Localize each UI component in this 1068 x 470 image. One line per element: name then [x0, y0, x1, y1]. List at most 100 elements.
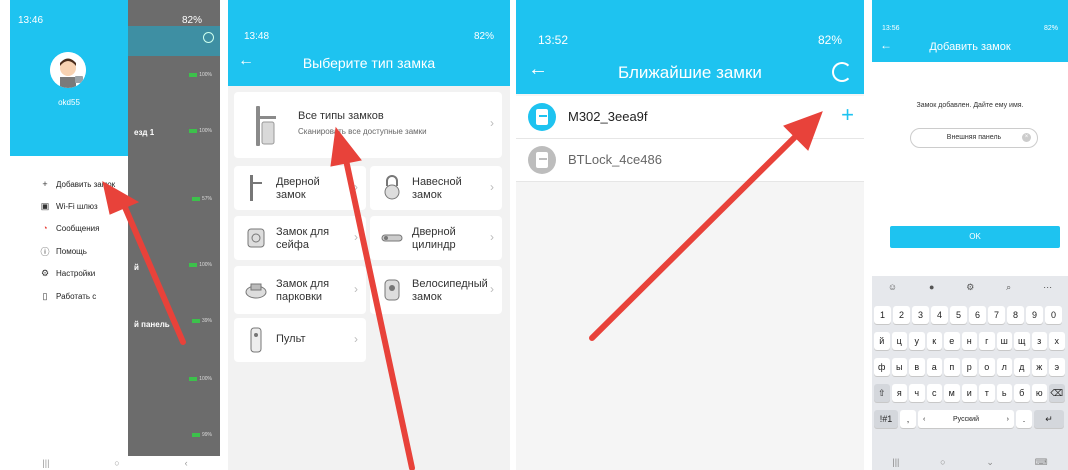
key[interactable]: и	[961, 384, 977, 402]
key[interactable]: д	[1014, 358, 1030, 376]
card-remote[interactable]: Пульт ›	[234, 318, 366, 362]
key[interactable]: 3	[912, 306, 929, 324]
emoji-icon[interactable]: ☺	[888, 282, 897, 293]
background-app-bar	[128, 26, 220, 56]
key[interactable]: 9	[1026, 306, 1043, 324]
avatar[interactable]	[50, 52, 86, 88]
key[interactable]: в	[909, 358, 925, 376]
key[interactable]: г	[979, 332, 995, 350]
key[interactable]: 1	[874, 306, 891, 324]
key[interactable]: 8	[1007, 306, 1024, 324]
card-bike-lock[interactable]: Велосипедный замок ›	[370, 266, 502, 314]
loading-spinner-icon	[832, 62, 852, 82]
key[interactable]: н	[961, 332, 977, 350]
android-nav-bar: ||| ○ ‹	[10, 456, 220, 470]
menu-item-wifi-gateway[interactable]: ▣ Wi-Fi шлюз	[40, 199, 98, 213]
key[interactable]: м	[944, 384, 960, 402]
key[interactable]: ш	[996, 332, 1012, 350]
back-icon[interactable]: ‹	[185, 458, 188, 468]
key[interactable]: ы	[891, 358, 907, 376]
wifi-gateway-icon: ▣	[40, 200, 50, 211]
card-safe-lock[interactable]: Замок для сейфа ›	[234, 216, 366, 260]
key[interactable]: к	[926, 332, 942, 350]
symbols-key[interactable]: !#1	[874, 410, 898, 428]
status-battery: 82%	[473, 30, 494, 42]
key[interactable]: ж	[1031, 358, 1047, 376]
back-arrow-icon[interactable]: ←	[880, 38, 892, 52]
key[interactable]: 5	[950, 306, 967, 324]
chevron-right-icon: ›	[490, 282, 494, 296]
key[interactable]: б	[1014, 384, 1030, 402]
home-icon[interactable]: ○	[114, 458, 119, 468]
key[interactable]: 7	[988, 306, 1005, 324]
lock-row[interactable]: M302_3eea9f +	[516, 96, 864, 139]
key[interactable]: у	[909, 332, 925, 350]
ok-button[interactable]: OK	[890, 226, 1060, 248]
bike-lock-icon	[384, 279, 400, 301]
space-key[interactable]: ‹ Русский ›	[918, 410, 1014, 428]
key[interactable]: с	[926, 384, 942, 402]
keyboard-icon[interactable]: ⌨	[1035, 457, 1048, 468]
card-label: Пульт	[276, 333, 306, 345]
card-door-lock[interactable]: Дверной замок ›	[234, 166, 366, 210]
back-arrow-icon[interactable]: ←	[528, 58, 548, 81]
search-icon[interactable]: ⌕	[1006, 282, 1011, 293]
status-time: 13:46	[18, 14, 44, 26]
key[interactable]: л	[996, 358, 1012, 376]
card-door-cylinder[interactable]: Дверной цилиндр ›	[370, 216, 502, 260]
lock-name-input[interactable]: Внешняя панель ×	[910, 128, 1038, 148]
clear-input-icon[interactable]: ×	[1022, 133, 1031, 142]
key[interactable]: е	[944, 332, 960, 350]
enter-key[interactable]: ↵	[1034, 410, 1064, 428]
key[interactable]: п	[944, 358, 960, 376]
back-arrow-icon[interactable]: ←	[238, 52, 254, 70]
key[interactable]: ю	[1031, 384, 1047, 402]
shift-key[interactable]: ⇧	[874, 384, 890, 402]
key[interactable]: я	[891, 384, 907, 402]
key[interactable]: э	[1049, 358, 1065, 376]
menu-item-settings[interactable]: ⚙ Настройки	[40, 266, 95, 280]
more-icon[interactable]: ⋯	[1043, 282, 1052, 293]
comma-key[interactable]: ,	[900, 410, 916, 428]
key[interactable]: ц	[891, 332, 907, 350]
menu-item-messages[interactable]: ◔ Сообщения	[40, 221, 99, 235]
card-parking-lock[interactable]: Замок для парковки ›	[234, 266, 366, 314]
side-drawer: 13:46 82% okd55 + Добавить замок ▣ Wi-Fi ш…	[10, 0, 202, 458]
key[interactable]: р	[961, 358, 977, 376]
key[interactable]: 0	[1045, 306, 1062, 324]
key[interactable]: ч	[909, 384, 925, 402]
menu-item-help[interactable]: ⓘ Помощь	[40, 244, 86, 258]
key[interactable]: ь	[996, 384, 1012, 402]
recent-apps-icon[interactable]: |||	[42, 458, 49, 468]
home-icon[interactable]: ○	[940, 457, 945, 468]
key[interactable]: й	[874, 332, 890, 350]
microphone-icon[interactable]: ●	[929, 282, 934, 293]
key[interactable]: 4	[931, 306, 948, 324]
backspace-key[interactable]: ⌫	[1049, 384, 1065, 402]
add-lock-plus-icon[interactable]: +	[841, 102, 854, 128]
card-padlock[interactable]: Навесной замок ›	[370, 166, 502, 210]
recent-apps-icon[interactable]: |||	[892, 457, 899, 468]
key[interactable]: 6	[969, 306, 986, 324]
card-all-lock-types[interactable]: Все типы замков Сканировать все доступны…	[234, 92, 502, 158]
menu-item-work-with[interactable]: ▯ Работать с	[40, 289, 97, 303]
key[interactable]: 2	[893, 306, 910, 324]
key[interactable]: а	[926, 358, 942, 376]
keyboard-digit-row: 1 2 3 4 5 6 7 8 9 0	[874, 306, 1062, 324]
status-bar: 13:48 82%	[228, 26, 510, 46]
key[interactable]: х	[1049, 332, 1065, 350]
lock-row[interactable]: BTLock_4ce486	[516, 139, 864, 182]
key[interactable]: щ	[1014, 332, 1030, 350]
username: okd55	[58, 98, 80, 107]
menu-item-add-lock[interactable]: + Добавить замок	[40, 177, 115, 191]
chevron-right-icon: ›	[354, 180, 358, 194]
chevron-right-icon: ›	[354, 282, 358, 296]
instruction-text: Замок добавлен. Дайте ему имя.	[916, 102, 1024, 109]
hide-keyboard-icon[interactable]: ⌄	[986, 457, 994, 468]
key[interactable]: т	[979, 384, 995, 402]
key[interactable]: з	[1031, 332, 1047, 350]
period-key[interactable]: .	[1016, 410, 1032, 428]
gear-icon[interactable]: ⚙	[966, 282, 974, 293]
key[interactable]: ф	[874, 358, 890, 376]
key[interactable]: о	[979, 358, 995, 376]
